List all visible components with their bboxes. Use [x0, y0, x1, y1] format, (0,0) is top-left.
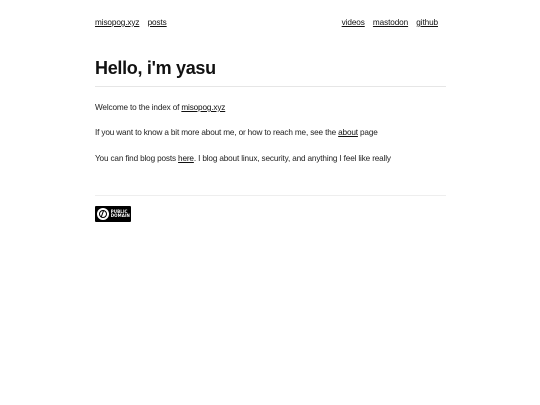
- nav-link-posts[interactable]: posts: [148, 18, 167, 27]
- nav-left: misopog.xyz posts: [95, 18, 173, 27]
- badge-text: PUBLIC DOMAIN: [110, 209, 130, 219]
- about-text-end: page: [357, 128, 378, 137]
- nav-link-mastodon[interactable]: mastodon: [373, 18, 408, 27]
- blog-link[interactable]: here: [178, 154, 194, 163]
- intro-paragraph: Welcome to the index of misopog.xyz: [95, 103, 225, 112]
- title-divider: [95, 86, 446, 87]
- nav-link-videos[interactable]: videos: [342, 18, 365, 27]
- nav-link-home[interactable]: misopog.xyz: [95, 18, 140, 27]
- about-link[interactable]: about: [338, 128, 358, 137]
- about-text: If you want to know a bit more about me,…: [95, 128, 339, 137]
- nav-link-github[interactable]: github: [416, 18, 438, 27]
- nav-right: videos mastodon github: [336, 18, 438, 27]
- blog-paragraph: You can find blog posts here. I blog abo…: [95, 154, 391, 163]
- site-link[interactable]: misopog.xyz: [181, 103, 225, 112]
- blog-text-end: . I blog about linux, security, and anyt…: [193, 154, 391, 163]
- intro-text: Welcome to the index of: [95, 103, 182, 112]
- footer-divider: [95, 195, 446, 196]
- public-domain-badge[interactable]: PUBLIC DOMAIN: [95, 206, 131, 222]
- badge-line-2: DOMAIN: [110, 213, 130, 218]
- public-domain-icon: [97, 208, 109, 220]
- top-nav: misopog.xyz posts videos mastodon github: [95, 18, 438, 30]
- public-domain-symbol: [98, 210, 107, 218]
- page-title: Hello, i'm yasu: [95, 58, 216, 78]
- about-paragraph: If you want to know a bit more about me,…: [95, 128, 378, 137]
- blog-text: You can find blog posts: [95, 154, 179, 163]
